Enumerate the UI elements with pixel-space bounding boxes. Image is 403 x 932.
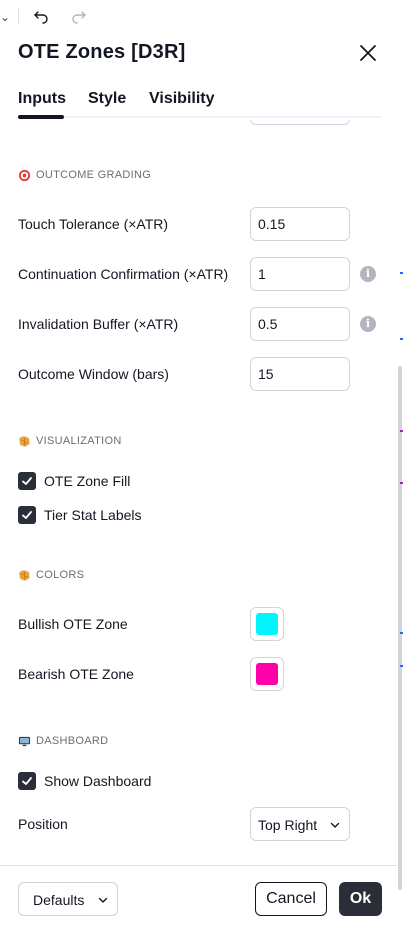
close-icon[interactable] — [356, 41, 380, 65]
info-icon[interactable]: i — [360, 266, 376, 282]
ote-zone-fill-label: OTE Zone Fill — [44, 473, 131, 489]
redo-icon[interactable] — [71, 8, 87, 24]
section-header-text: VISUALIZATION — [36, 435, 122, 447]
section-outcome-grading: OUTCOME GRADING — [18, 167, 151, 183]
show-dashboard-checkbox[interactable] — [18, 772, 36, 790]
brain-icon — [19, 569, 30, 581]
section-header-text: OUTCOME GRADING — [36, 169, 152, 181]
outcome-window-input[interactable]: 15 — [250, 357, 350, 391]
position-label: Position — [18, 816, 68, 832]
ote-zone-fill-checkbox[interactable] — [18, 472, 36, 490]
section-header-text: COLORS — [36, 569, 85, 581]
clipped-input[interactable] — [250, 120, 350, 125]
dialog-title: OTE Zones [D3R] — [18, 41, 186, 63]
color-swatch — [256, 663, 278, 685]
brain-icon — [19, 435, 30, 447]
position-select-value: Top Right — [258, 817, 318, 833]
color-swatch — [256, 613, 278, 635]
outcome-window-label: Outcome Window (bars) — [18, 366, 169, 382]
section-colors: COLORS — [18, 567, 84, 583]
bullish-color-picker[interactable] — [250, 607, 284, 641]
tab-visibility[interactable]: Visibility — [149, 90, 215, 108]
tabs-divider — [64, 116, 382, 118]
bearish-color-picker[interactable] — [250, 657, 284, 691]
checkmark-icon — [22, 477, 32, 485]
tier-stat-labels-checkbox[interactable] — [18, 506, 36, 524]
tab-style[interactable]: Style — [88, 90, 126, 108]
footer-divider — [0, 865, 397, 866]
chevron-down-icon — [98, 897, 108, 903]
bearish-ote-zone-label: Bearish OTE Zone — [18, 666, 134, 682]
top-toolbar: ⌄ — [0, 0, 403, 34]
info-icon[interactable]: i — [360, 316, 376, 332]
invalidation-buffer-label: Invalidation Buffer (×ATR) — [18, 316, 179, 332]
continuation-confirmation-label: Continuation Confirmation (×ATR) — [18, 266, 229, 282]
continuation-confirmation-input[interactable]: 1 — [250, 257, 350, 291]
chevron-down-icon[interactable]: ⌄ — [0, 10, 10, 24]
show-dashboard-label: Show Dashboard — [44, 773, 152, 789]
checkmark-icon — [22, 511, 32, 519]
tab-inputs[interactable]: Inputs — [18, 90, 66, 108]
chevron-down-icon — [330, 822, 340, 828]
active-tab-indicator — [18, 115, 64, 119]
checkmark-icon — [22, 777, 32, 785]
toolbar-divider — [18, 8, 19, 24]
bullish-ote-zone-label: Bullish OTE Zone — [18, 616, 128, 632]
scrollbar-thumb[interactable] — [398, 366, 402, 890]
section-header-text: DASHBOARD — [36, 735, 109, 747]
monitor-icon — [18, 736, 31, 746]
position-select[interactable]: Top Right — [250, 807, 350, 841]
invalidation-buffer-input[interactable]: 0.5 — [250, 307, 350, 341]
cancel-button[interactable]: Cancel — [255, 882, 327, 916]
ok-button[interactable]: Ok — [339, 882, 382, 916]
touch-tolerance-label: Touch Tolerance (×ATR) — [18, 216, 169, 232]
section-visualization: VISUALIZATION — [18, 433, 122, 449]
inputs-panel: OUTCOME GRADING Touch Tolerance (×ATR) 0… — [0, 120, 403, 865]
undo-icon[interactable] — [33, 8, 49, 24]
defaults-dropdown[interactable]: Defaults — [18, 882, 118, 916]
section-dashboard: DASHBOARD — [18, 733, 108, 749]
target-icon — [18, 169, 31, 181]
tier-stat-labels-label: Tier Stat Labels — [44, 507, 142, 523]
touch-tolerance-input[interactable]: 0.15 — [250, 207, 350, 241]
defaults-label: Defaults — [33, 892, 85, 908]
